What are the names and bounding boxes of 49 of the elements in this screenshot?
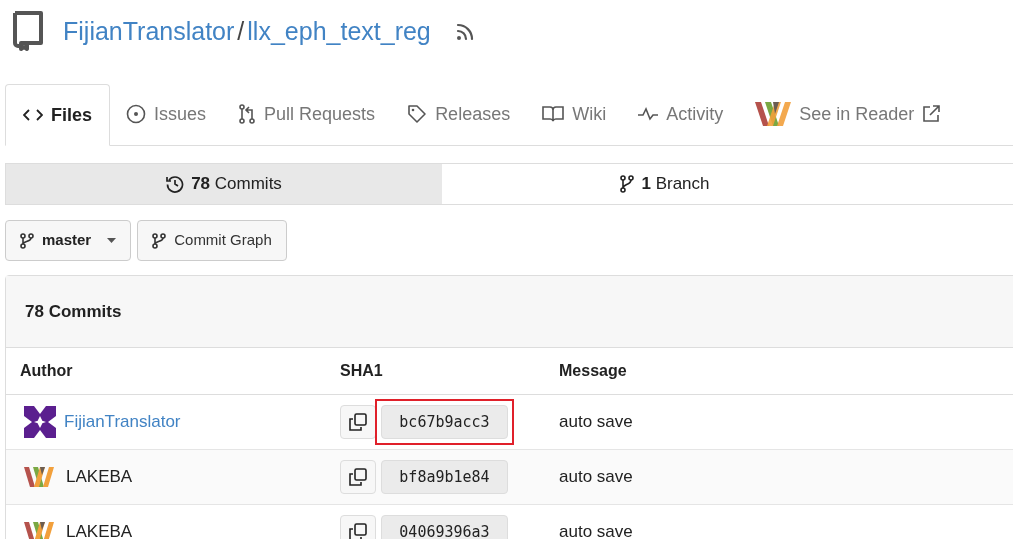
copy-button[interactable]: [340, 515, 376, 539]
org-avatar: [24, 522, 56, 539]
org-avatar: [24, 467, 56, 487]
pull-request-icon: [238, 104, 257, 124]
sha-button[interactable]: bc67b9acc3: [381, 405, 508, 439]
copy-button[interactable]: [340, 460, 376, 494]
nav-tab[interactable]: Files: [5, 84, 111, 146]
tag-icon: [407, 104, 428, 124]
commit-message: auto save: [559, 466, 633, 489]
column-header: Author: [19, 361, 74, 381]
column-header: SHA1: [340, 361, 384, 381]
repo-name-link[interactable]: llx_eph_text_reg: [247, 13, 431, 51]
code-icon: [23, 108, 43, 122]
commit-graph-button[interactable]: Commit Graph: [137, 220, 287, 261]
nav-tab[interactable]: Issues: [110, 83, 223, 145]
author-name: LAKEBA: [66, 466, 133, 489]
history-icon: [166, 175, 185, 193]
nav-tab[interactable]: Pull Requests: [222, 83, 392, 145]
reader-logo-icon: [755, 102, 792, 126]
author-name: LAKEBA: [66, 521, 133, 539]
branch-icon: [620, 175, 635, 193]
copy-icon: [349, 468, 367, 486]
sha-button[interactable]: bf8a9b1e84: [381, 460, 508, 494]
nav-tab[interactable]: Wiki: [526, 83, 623, 145]
branch-icon: [152, 232, 167, 249]
branch-icon: [20, 232, 34, 249]
caret-icon: [107, 238, 117, 243]
external-link-icon: [922, 105, 941, 123]
copy-icon: [349, 523, 367, 539]
path-separator: /: [237, 16, 245, 48]
nav-tab[interactable]: See in Reader: [739, 83, 957, 145]
repo-owner-link[interactable]: FijianTranslator: [63, 13, 235, 51]
book-icon: [542, 106, 565, 122]
summary-tab[interactable]: 78 Commits: [6, 164, 442, 204]
issue-icon: [126, 104, 147, 124]
nav-tab[interactable]: Activity: [622, 83, 740, 145]
pulse-icon: [638, 107, 659, 121]
copy-icon: [349, 413, 367, 431]
commit-message: auto save: [559, 521, 633, 539]
commit-message: auto save: [559, 411, 633, 434]
nav-tab[interactable]: Releases: [391, 83, 527, 145]
author-link[interactable]: FijianTranslator: [64, 409, 181, 435]
panel-title: 78 Commits: [25, 300, 122, 323]
branch-dropdown[interactable]: master: [5, 220, 132, 261]
sha-button[interactable]: 04069396a3: [381, 515, 508, 539]
copy-button[interactable]: [340, 405, 376, 439]
column-header: Message: [559, 361, 628, 381]
rss-icon[interactable]: [454, 22, 475, 42]
repo-icon: [11, 11, 45, 53]
